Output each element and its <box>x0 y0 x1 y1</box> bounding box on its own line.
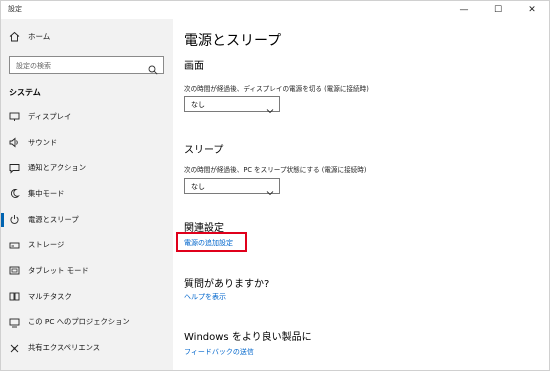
title-bar: 設定 — ☐ ✕ <box>1 1 549 19</box>
questions-heading: 質問がありますか? <box>184 279 270 290</box>
sidebar-item-multitasking[interactable]: マルチタスク <box>1 284 173 310</box>
sidebar-item-display[interactable]: ディスプレイ <box>1 104 173 130</box>
sidebar-item-focus-assist[interactable]: 集中モード <box>1 181 173 207</box>
sidebar-item-sound[interactable]: サウンド <box>1 130 173 156</box>
sidebar-item-label: サウンド <box>28 137 58 147</box>
maximize-button[interactable]: ☐ <box>481 1 515 19</box>
close-button[interactable]: ✕ <box>515 1 549 19</box>
additional-power-settings-link[interactable]: 電源の追加設定 <box>184 238 233 248</box>
chevron-down-icon <box>266 182 274 196</box>
moon-icon <box>9 188 20 199</box>
sidebar-item-label: マルチタスク <box>28 291 72 301</box>
sidebar-item-label: 集中モード <box>28 188 65 198</box>
improve-windows-heading: Windows をより良い製品に <box>184 332 312 343</box>
search-input[interactable]: 設定の検索 <box>9 56 164 75</box>
give-feedback-link[interactable]: フィードバックの送信 <box>184 347 254 357</box>
sleep-timeout-value: なし <box>191 183 205 191</box>
screen-timeout-dropdown[interactable]: なし <box>184 96 280 114</box>
sleep-timeout-dropdown[interactable]: なし <box>184 178 280 196</box>
sidebar-item-shared-experiences[interactable]: 共有エクスペリエンス <box>1 335 173 361</box>
sleep-description: 次の時間が経過後、PC をスリープ状態にする (電源に接続時) <box>184 166 367 174</box>
maximize-icon: ☐ <box>493 5 503 15</box>
sidebar-item-label: 通知とアクション <box>28 163 87 173</box>
section-label: システム <box>9 88 41 97</box>
screen-heading: 画面 <box>184 61 204 72</box>
sidebar-item-label: 電源とスリープ <box>28 214 79 224</box>
window-title: 設定 <box>8 5 22 13</box>
sidebar-item-power-sleep[interactable]: 電源とスリープ <box>1 207 173 233</box>
tablet-icon <box>9 265 20 276</box>
settings-window: 設定 — ☐ ✕ ホーム 設定の検索 システム ディスプレイ サウンド 通知とア… <box>0 0 550 371</box>
sleep-heading: スリープ <box>184 145 224 156</box>
screen-timeout-value: なし <box>191 101 205 109</box>
page-title: 電源とスリープ <box>184 33 282 49</box>
multitask-icon <box>9 291 20 302</box>
main-content: 電源とスリープ 画面 次の時間が経過後、ディスプレイの電源を切る (電源に接続時… <box>173 19 549 370</box>
notification-icon <box>9 163 20 174</box>
storage-icon <box>9 240 20 251</box>
sidebar: ホーム 設定の検索 システム ディスプレイ サウンド 通知とアクション 集中モー… <box>1 19 173 370</box>
nav-list: ディスプレイ サウンド 通知とアクション 集中モード 電源とスリープ ストレージ <box>1 104 173 361</box>
power-icon <box>9 214 20 225</box>
search-placeholder: 設定の検索 <box>16 62 51 70</box>
chevron-down-icon <box>266 100 274 114</box>
home-label: ホーム <box>28 32 51 41</box>
minimize-button[interactable]: — <box>447 1 481 19</box>
display-icon <box>9 111 20 122</box>
sidebar-item-tablet-mode[interactable]: タブレット モード <box>1 258 173 284</box>
sidebar-item-storage[interactable]: ストレージ <box>1 232 173 258</box>
minimize-icon: — <box>459 5 469 15</box>
home-link[interactable]: ホーム <box>9 31 50 42</box>
sidebar-item-label: ストレージ <box>28 240 65 250</box>
search-icon[interactable] <box>148 60 158 75</box>
screen-description: 次の時間が経過後、ディスプレイの電源を切る (電源に接続時) <box>184 85 369 93</box>
projection-icon <box>9 317 20 328</box>
sidebar-item-label: タブレット モード <box>28 265 89 275</box>
sidebar-item-label: この PC へのプロジェクション <box>28 317 130 327</box>
speaker-icon <box>9 137 20 148</box>
home-icon <box>9 31 20 42</box>
sidebar-item-projection[interactable]: この PC へのプロジェクション <box>1 310 173 336</box>
close-icon: ✕ <box>528 5 536 15</box>
shared-experience-icon <box>9 343 20 354</box>
sidebar-item-label: ディスプレイ <box>28 111 72 121</box>
get-help-link[interactable]: ヘルプを表示 <box>184 292 226 302</box>
sidebar-item-label: 共有エクスペリエンス <box>28 343 101 353</box>
sidebar-item-notifications[interactable]: 通知とアクション <box>1 155 173 181</box>
